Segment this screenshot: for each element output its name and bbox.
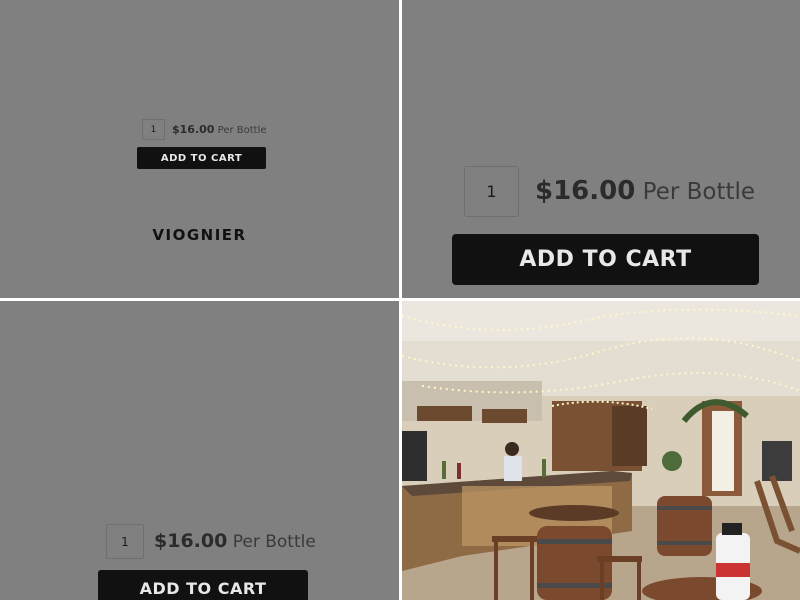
product-card-large: 1 $16.00 Per Bottle ADD TO CART xyxy=(402,0,800,298)
product-card-medium: 1 $16.00 Per Bottle ADD TO CART xyxy=(0,301,399,600)
price-text: $16.00 Per Bottle xyxy=(172,123,267,136)
quantity-input[interactable]: 1 xyxy=(142,119,165,140)
add-to-cart-button[interactable]: ADD TO CART xyxy=(98,570,308,600)
product-card-small: 1 $16.00 Per Bottle ADD TO CART VIOGNIER xyxy=(0,0,399,298)
quantity-input[interactable]: 1 xyxy=(106,524,144,559)
price-amount: $16.00 xyxy=(172,123,215,136)
add-to-cart-button[interactable]: ADD TO CART xyxy=(137,147,266,169)
tasting-room-photo xyxy=(402,301,800,600)
price-unit: Per Bottle xyxy=(217,125,267,136)
tasting-room-illustration xyxy=(402,301,800,600)
price-text: $16.00 Per Bottle xyxy=(535,176,755,206)
product-title: VIOGNIER xyxy=(152,226,247,244)
price-text: $16.00 Per Bottle xyxy=(154,530,316,552)
price-amount: $16.00 xyxy=(535,176,636,206)
price-amount: $16.00 xyxy=(154,530,228,552)
price-unit: Per Bottle xyxy=(642,179,756,205)
price-unit: Per Bottle xyxy=(232,532,316,552)
quantity-input[interactable]: 1 xyxy=(464,166,519,217)
add-to-cart-button[interactable]: ADD TO CART xyxy=(452,234,759,285)
